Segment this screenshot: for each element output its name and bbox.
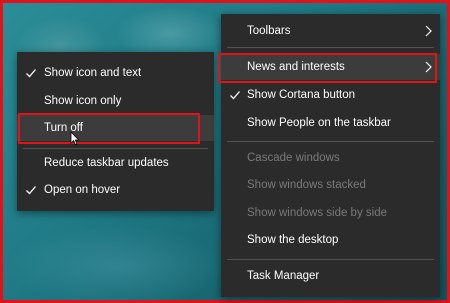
menu-item-label: Cascade windows — [247, 152, 340, 164]
menu-item-toolbars[interactable]: Toolbars — [221, 18, 440, 44]
submenu-item-label: Reduce taskbar updates — [44, 157, 169, 169]
menu-item-label: Show Cortana button — [247, 89, 356, 101]
menu-item-label: Task Manager — [247, 270, 320, 282]
menu-item-label: Show the desktop — [247, 234, 339, 246]
menu-item-cascade-windows: Cascade windows — [221, 145, 440, 171]
highlight-box-turn-off — [18, 113, 200, 144]
menu-separator — [227, 47, 434, 48]
menu-item-label: Toolbars — [247, 25, 291, 37]
menu-item-label: Show windows side by side — [247, 207, 387, 219]
menu-item-label: Show People on the taskbar — [247, 117, 391, 129]
menu-item-show-the-desktop[interactable]: Show the desktop — [221, 227, 440, 253]
menu-item-label: Show windows stacked — [247, 179, 366, 191]
submenu-item-show-icon-and-text[interactable]: Show icon and text — [17, 60, 214, 86]
menu-item-show-windows-stacked: Show windows stacked — [221, 172, 440, 198]
submenu-item-label: Show icon and text — [44, 67, 142, 79]
mouse-cursor-icon — [70, 131, 80, 146]
menu-item-task-manager[interactable]: Task Manager — [221, 263, 440, 289]
submenu-item-open-on-hover[interactable]: Open on hover — [17, 177, 214, 203]
menu-item-show-people[interactable]: Show People on the taskbar — [221, 110, 440, 136]
highlight-box-news-and-interests — [218, 53, 437, 83]
menu-separator — [23, 148, 208, 149]
submenu-item-reduce-taskbar-updates[interactable]: Reduce taskbar updates — [17, 150, 214, 176]
submenu-item-show-icon-only[interactable]: Show icon only — [17, 88, 214, 114]
menu-separator — [227, 259, 434, 260]
checkmark-icon — [25, 184, 37, 196]
chevron-right-icon — [425, 25, 432, 37]
checkmark-icon — [25, 67, 37, 79]
submenu-item-label: Show icon only — [44, 95, 122, 107]
menu-separator — [227, 141, 434, 142]
menu-item-show-cortana-button[interactable]: Show Cortana button — [221, 82, 440, 108]
menu-item-show-windows-side-by-side: Show windows side by side — [221, 200, 440, 226]
submenu-item-label: Open on hover — [44, 184, 121, 196]
checkmark-icon — [229, 89, 241, 101]
